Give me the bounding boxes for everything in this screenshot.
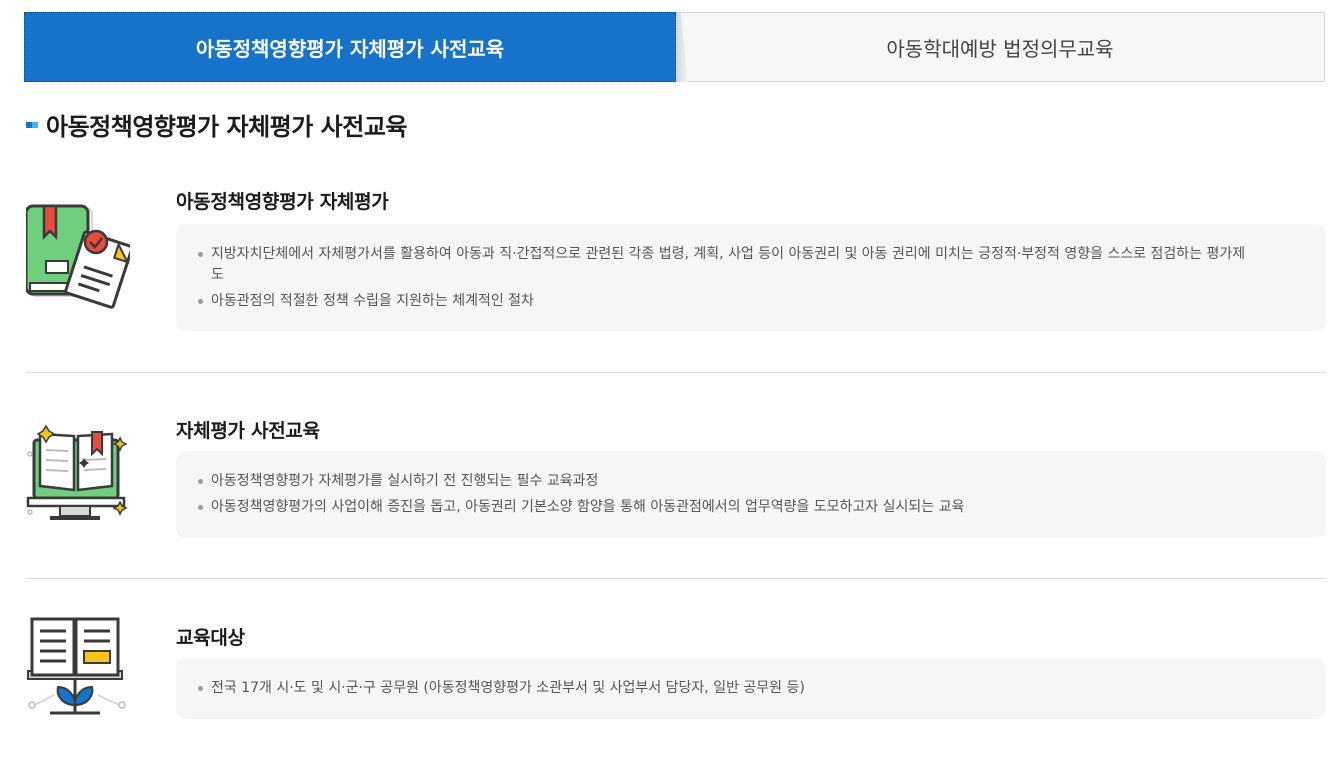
list-item: 아동관점의 적절한 정책 수립을 지원하는 체계적인 절차 (198, 291, 1251, 312)
list-item: 아동정책영향평가 자체평가를 실시하기 전 진행되는 필수 교육과정 (198, 471, 1251, 492)
book-checklist-icon (26, 204, 130, 309)
info-block-target: 교육대상 전국 17개 시·도 및 시·군·구 공무원 (아동정책영향평가 소관… (26, 617, 1326, 730)
tab-child-abuse-prevention-education[interactable]: 아동학대예방 법정의무교육 (676, 12, 1325, 82)
section-title: 아동정책영향평가 자체평가 사전교육 (46, 113, 408, 141)
section-heading: 아동정책영향평가 자체평가 사전교육 (26, 107, 408, 142)
tab-label: 아동정책영향평가 자체평가 사전교육 (195, 36, 505, 61)
info-block-self-evaluation: 아동정책영향평가 자체평가 지방자치단체에서 자체평가서를 활용하여 아동과 직… (26, 185, 1326, 335)
description-list: 전국 17개 시·도 및 시·군·구 공무원 (아동정책영향평가 소관부서 및 … (198, 678, 1302, 699)
description-box: 아동정책영향평가 자체평가를 실시하기 전 진행되는 필수 교육과정 아동정책영… (176, 451, 1326, 538)
list-item: 전국 17개 시·도 및 시·군·구 공무원 (아동정책영향평가 소관부서 및 … (198, 678, 1251, 699)
page: 아동정책영향평가 자체평가 사전교육 아동학대예방 법정의무교육 아동정책영향평… (0, 0, 1339, 759)
info-block-pre-education: 자체평가 사전교육 아동정책영향평가 자체평가를 실시하기 전 진행되는 필수 … (26, 414, 1326, 544)
divider (26, 578, 1326, 579)
heading-marker-icon (26, 121, 38, 128)
online-book-monitor-icon (26, 424, 128, 520)
divider (26, 372, 1326, 373)
description-list: 지방자치단체에서 자체평가서를 활용하여 아동과 직·간접적으로 관련된 각종 … (198, 244, 1302, 312)
tab-label: 아동학대예방 법정의무교육 (886, 36, 1114, 61)
description-box: 전국 17개 시·도 및 시·군·구 공무원 (아동정책영향평가 소관부서 및 … (176, 658, 1326, 719)
list-item: 아동정책영향평가의 사업이해 증진을 돕고, 아동권리 기본소양 함양을 통해 … (198, 497, 1251, 518)
block-title: 교육대상 (176, 627, 245, 649)
list-item: 지방자치단체에서 자체평가서를 활용하여 아동과 직·간접적으로 관련된 각종 … (198, 244, 1251, 286)
block-title: 아동정책영향평가 자체평가 (176, 191, 389, 213)
tab-self-evaluation-pre-education[interactable]: 아동정책영향평가 자체평가 사전교육 (24, 12, 676, 82)
open-book-plant-icon (27, 617, 126, 715)
block-title: 자체평가 사전교육 (176, 420, 320, 442)
tab-bar: 아동정책영향평가 자체평가 사전교육 아동학대예방 법정의무교육 (24, 12, 1325, 82)
description-box: 지방자치단체에서 자체평가서를 활용하여 아동과 직·간접적으로 관련된 각종 … (176, 224, 1326, 331)
description-list: 아동정책영향평가 자체평가를 실시하기 전 진행되는 필수 교육과정 아동정책영… (198, 471, 1302, 518)
